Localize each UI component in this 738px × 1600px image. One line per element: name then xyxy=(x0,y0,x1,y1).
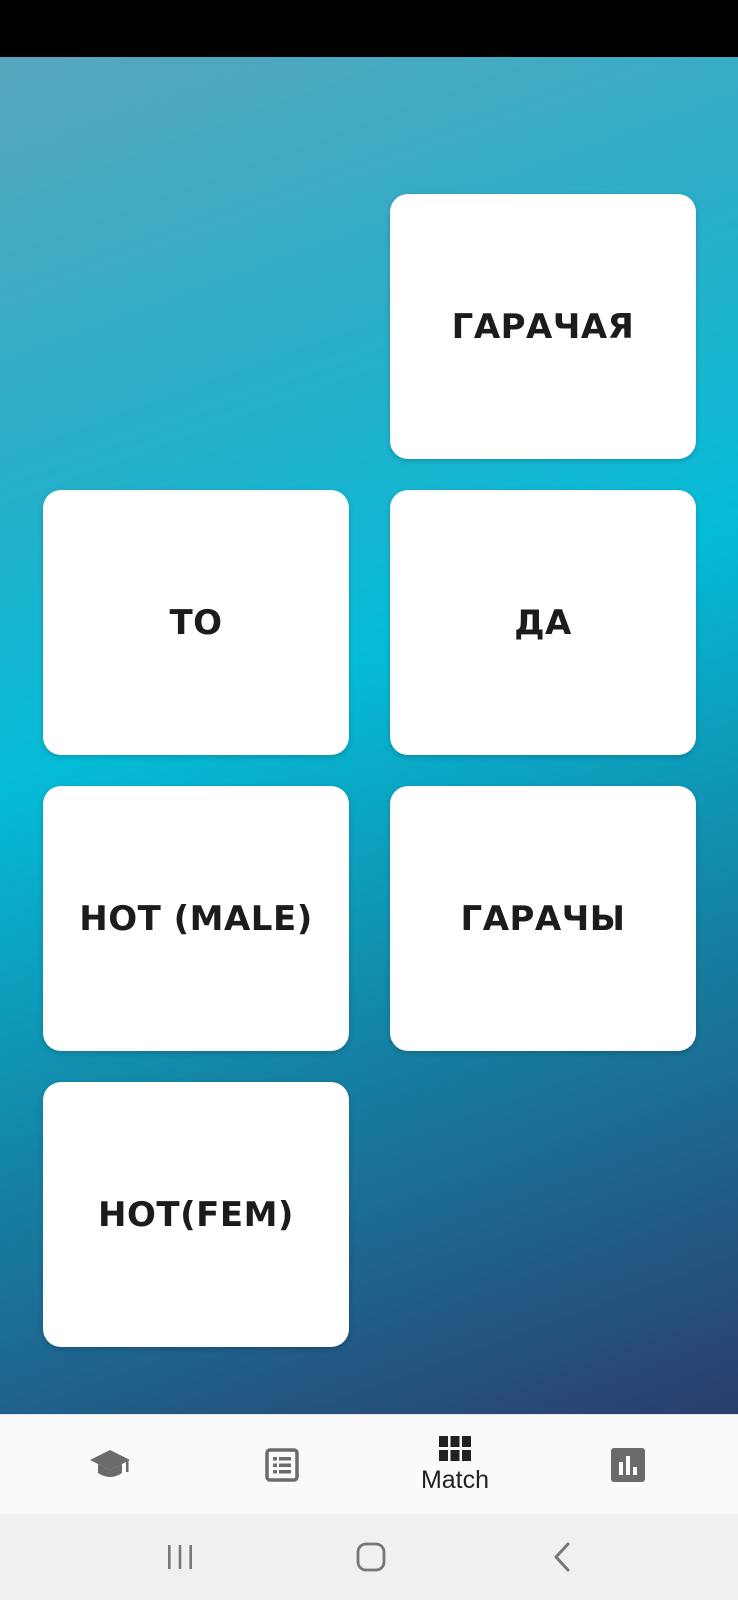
status-bar xyxy=(0,0,738,57)
card-label: ГАРАЧЫ xyxy=(460,898,626,939)
home-button[interactable] xyxy=(341,1532,401,1582)
card-label: HOT (MALE) xyxy=(79,898,313,939)
nav-item-learn[interactable] xyxy=(45,1415,175,1515)
match-card[interactable]: ТО xyxy=(43,490,349,755)
match-card[interactable]: ГАРАЧЫ xyxy=(390,786,696,1051)
card-label: ТО xyxy=(169,602,223,643)
app-screen: ГАРАЧАЯ ТО ДА HOT (MALE) ГАРАЧЫ HOT(FEM) xyxy=(0,0,738,1600)
nav-item-stats[interactable] xyxy=(563,1415,693,1515)
card-label: HOT(FEM) xyxy=(98,1194,294,1235)
nav-item-list[interactable] xyxy=(217,1415,347,1515)
match-card[interactable]: ДА xyxy=(390,490,696,755)
system-navigation-bar xyxy=(0,1514,738,1600)
match-card[interactable]: HOT (MALE) xyxy=(43,786,349,1051)
recent-apps-icon xyxy=(168,1545,192,1569)
nav-item-label: Match xyxy=(420,1465,490,1494)
bar-chart-icon xyxy=(611,1448,645,1482)
back-button[interactable] xyxy=(533,1532,593,1582)
list-icon xyxy=(265,1448,299,1482)
bottom-navigation: Match xyxy=(0,1414,738,1515)
graduation-cap-icon xyxy=(90,1450,130,1477)
recent-apps-button[interactable] xyxy=(150,1532,210,1582)
nav-item-match[interactable]: Match xyxy=(390,1415,520,1515)
card-label: ДА xyxy=(514,602,572,643)
match-card[interactable]: ГАРАЧАЯ xyxy=(390,194,696,459)
back-icon xyxy=(554,1542,570,1572)
card-label: ГАРАЧАЯ xyxy=(451,306,635,347)
match-card[interactable]: HOT(FEM) xyxy=(43,1082,349,1347)
grid-icon xyxy=(439,1435,471,1461)
home-icon xyxy=(356,1542,386,1572)
